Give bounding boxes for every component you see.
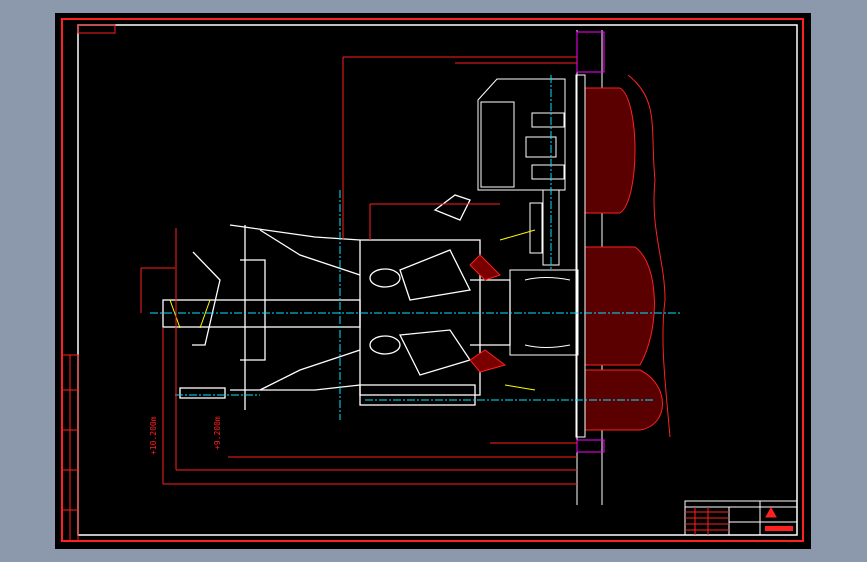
drawing-number-box: [77, 24, 116, 34]
wall: [575, 30, 671, 505]
cad-drawing: +10.200m +9.200m: [61, 18, 804, 542]
elevation-label-2: +9.200m: [213, 416, 222, 450]
title-block: [684, 500, 798, 536]
revision-strip: [61, 354, 79, 542]
main-structure: [162, 194, 511, 410]
inner-border: [77, 24, 798, 536]
elevation-label-1: +10.200m: [149, 416, 158, 455]
outer-border: [61, 18, 804, 542]
motor-unit: [477, 78, 579, 356]
